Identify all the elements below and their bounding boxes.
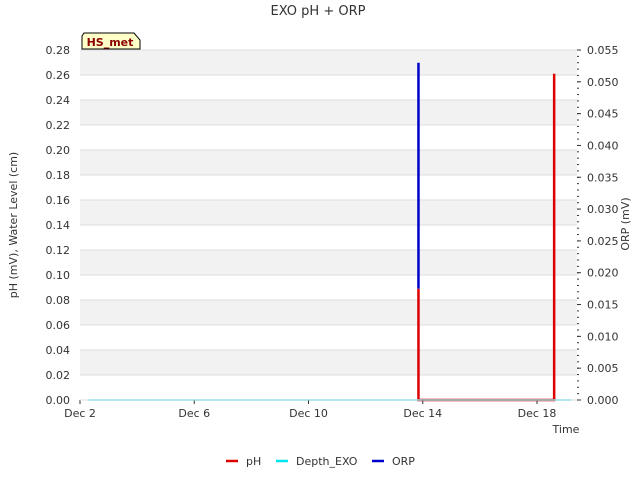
y-left-tick-label: 0.10 (46, 269, 71, 282)
x-tick-label: Dec 2 (64, 407, 96, 420)
x-tick-label: Dec 6 (178, 407, 210, 420)
station-badge: HS_met (81, 32, 141, 50)
y-left-tick-label: 0.00 (46, 394, 71, 407)
y-right-tick-label: 0.040 (587, 139, 619, 152)
y-right-tick-label: 0.010 (587, 330, 619, 343)
plot-band (80, 325, 577, 350)
y-left-tick-label: 0.28 (46, 44, 71, 57)
y-left-tick-label: 0.14 (46, 219, 71, 232)
y-right-tick-label: 0.045 (587, 108, 619, 121)
y-right-tick-label: 0.005 (587, 362, 619, 375)
plot-band (80, 100, 577, 125)
chart-title: EXO pH + ORP (271, 4, 366, 19)
plot-band (80, 150, 577, 175)
y-left-tick-label: 0.04 (46, 344, 71, 357)
y-left-tick-label: 0.22 (46, 119, 71, 132)
y-right-tick-label: 0.055 (587, 44, 619, 57)
y-left-tick-label: 0.20 (46, 144, 71, 157)
y-left-tick-label: 0.12 (46, 244, 71, 257)
x-axis-title: Time (552, 423, 580, 436)
x-tick-label: Dec 10 (289, 407, 328, 420)
y-left-tick-label: 0.24 (46, 94, 71, 107)
y-right-tick-label: 0.050 (587, 76, 619, 89)
plot-band (80, 250, 577, 275)
y-left-tick-label: 0.26 (46, 69, 71, 82)
plot-band (80, 375, 577, 400)
plot-band (80, 175, 577, 200)
y-axis-left-title: pH (mV), Water Level (cm) (7, 152, 20, 298)
x-tick-label: Dec 18 (518, 407, 557, 420)
plot-band (80, 225, 577, 250)
y-left-tick-label: 0.06 (46, 319, 71, 332)
y-left-tick-label: 0.08 (46, 294, 71, 307)
y-left-tick-label: 0.02 (46, 369, 71, 382)
legend: pH Depth_EXO ORP (226, 455, 415, 468)
plot-band (80, 200, 577, 225)
station-badge-label: HS_met (87, 36, 134, 49)
y-right-tick-label: 0.020 (587, 267, 619, 280)
y-left-tick-label: 0.16 (46, 194, 71, 207)
plot-band (80, 125, 577, 150)
y-right-tick-label: 0.035 (587, 171, 619, 184)
y-right-tick-label: 0.000 (587, 394, 619, 407)
legend-label-depth-exo: Depth_EXO (296, 455, 358, 468)
y-axis-right-title: ORP (mV) (619, 197, 632, 250)
y-right-tick-label: 0.025 (587, 235, 619, 248)
legend-label-orp: ORP (392, 455, 415, 468)
plot-band (80, 350, 577, 375)
x-tick-label: Dec 14 (403, 407, 442, 420)
chart: EXO pH + ORP 0.00 0.02 0.04 0.06 0.08 0.10 0.1… (7, 4, 632, 468)
plot-band (80, 75, 577, 100)
y-left-tick-label: 0.18 (46, 169, 71, 182)
plot-band (80, 50, 577, 75)
plot-band (80, 275, 577, 300)
y-right-tick-label: 0.015 (587, 299, 619, 312)
plot-band (80, 300, 577, 325)
legend-label-ph: pH (246, 455, 261, 468)
y-right-tick-label: 0.030 (587, 203, 619, 216)
